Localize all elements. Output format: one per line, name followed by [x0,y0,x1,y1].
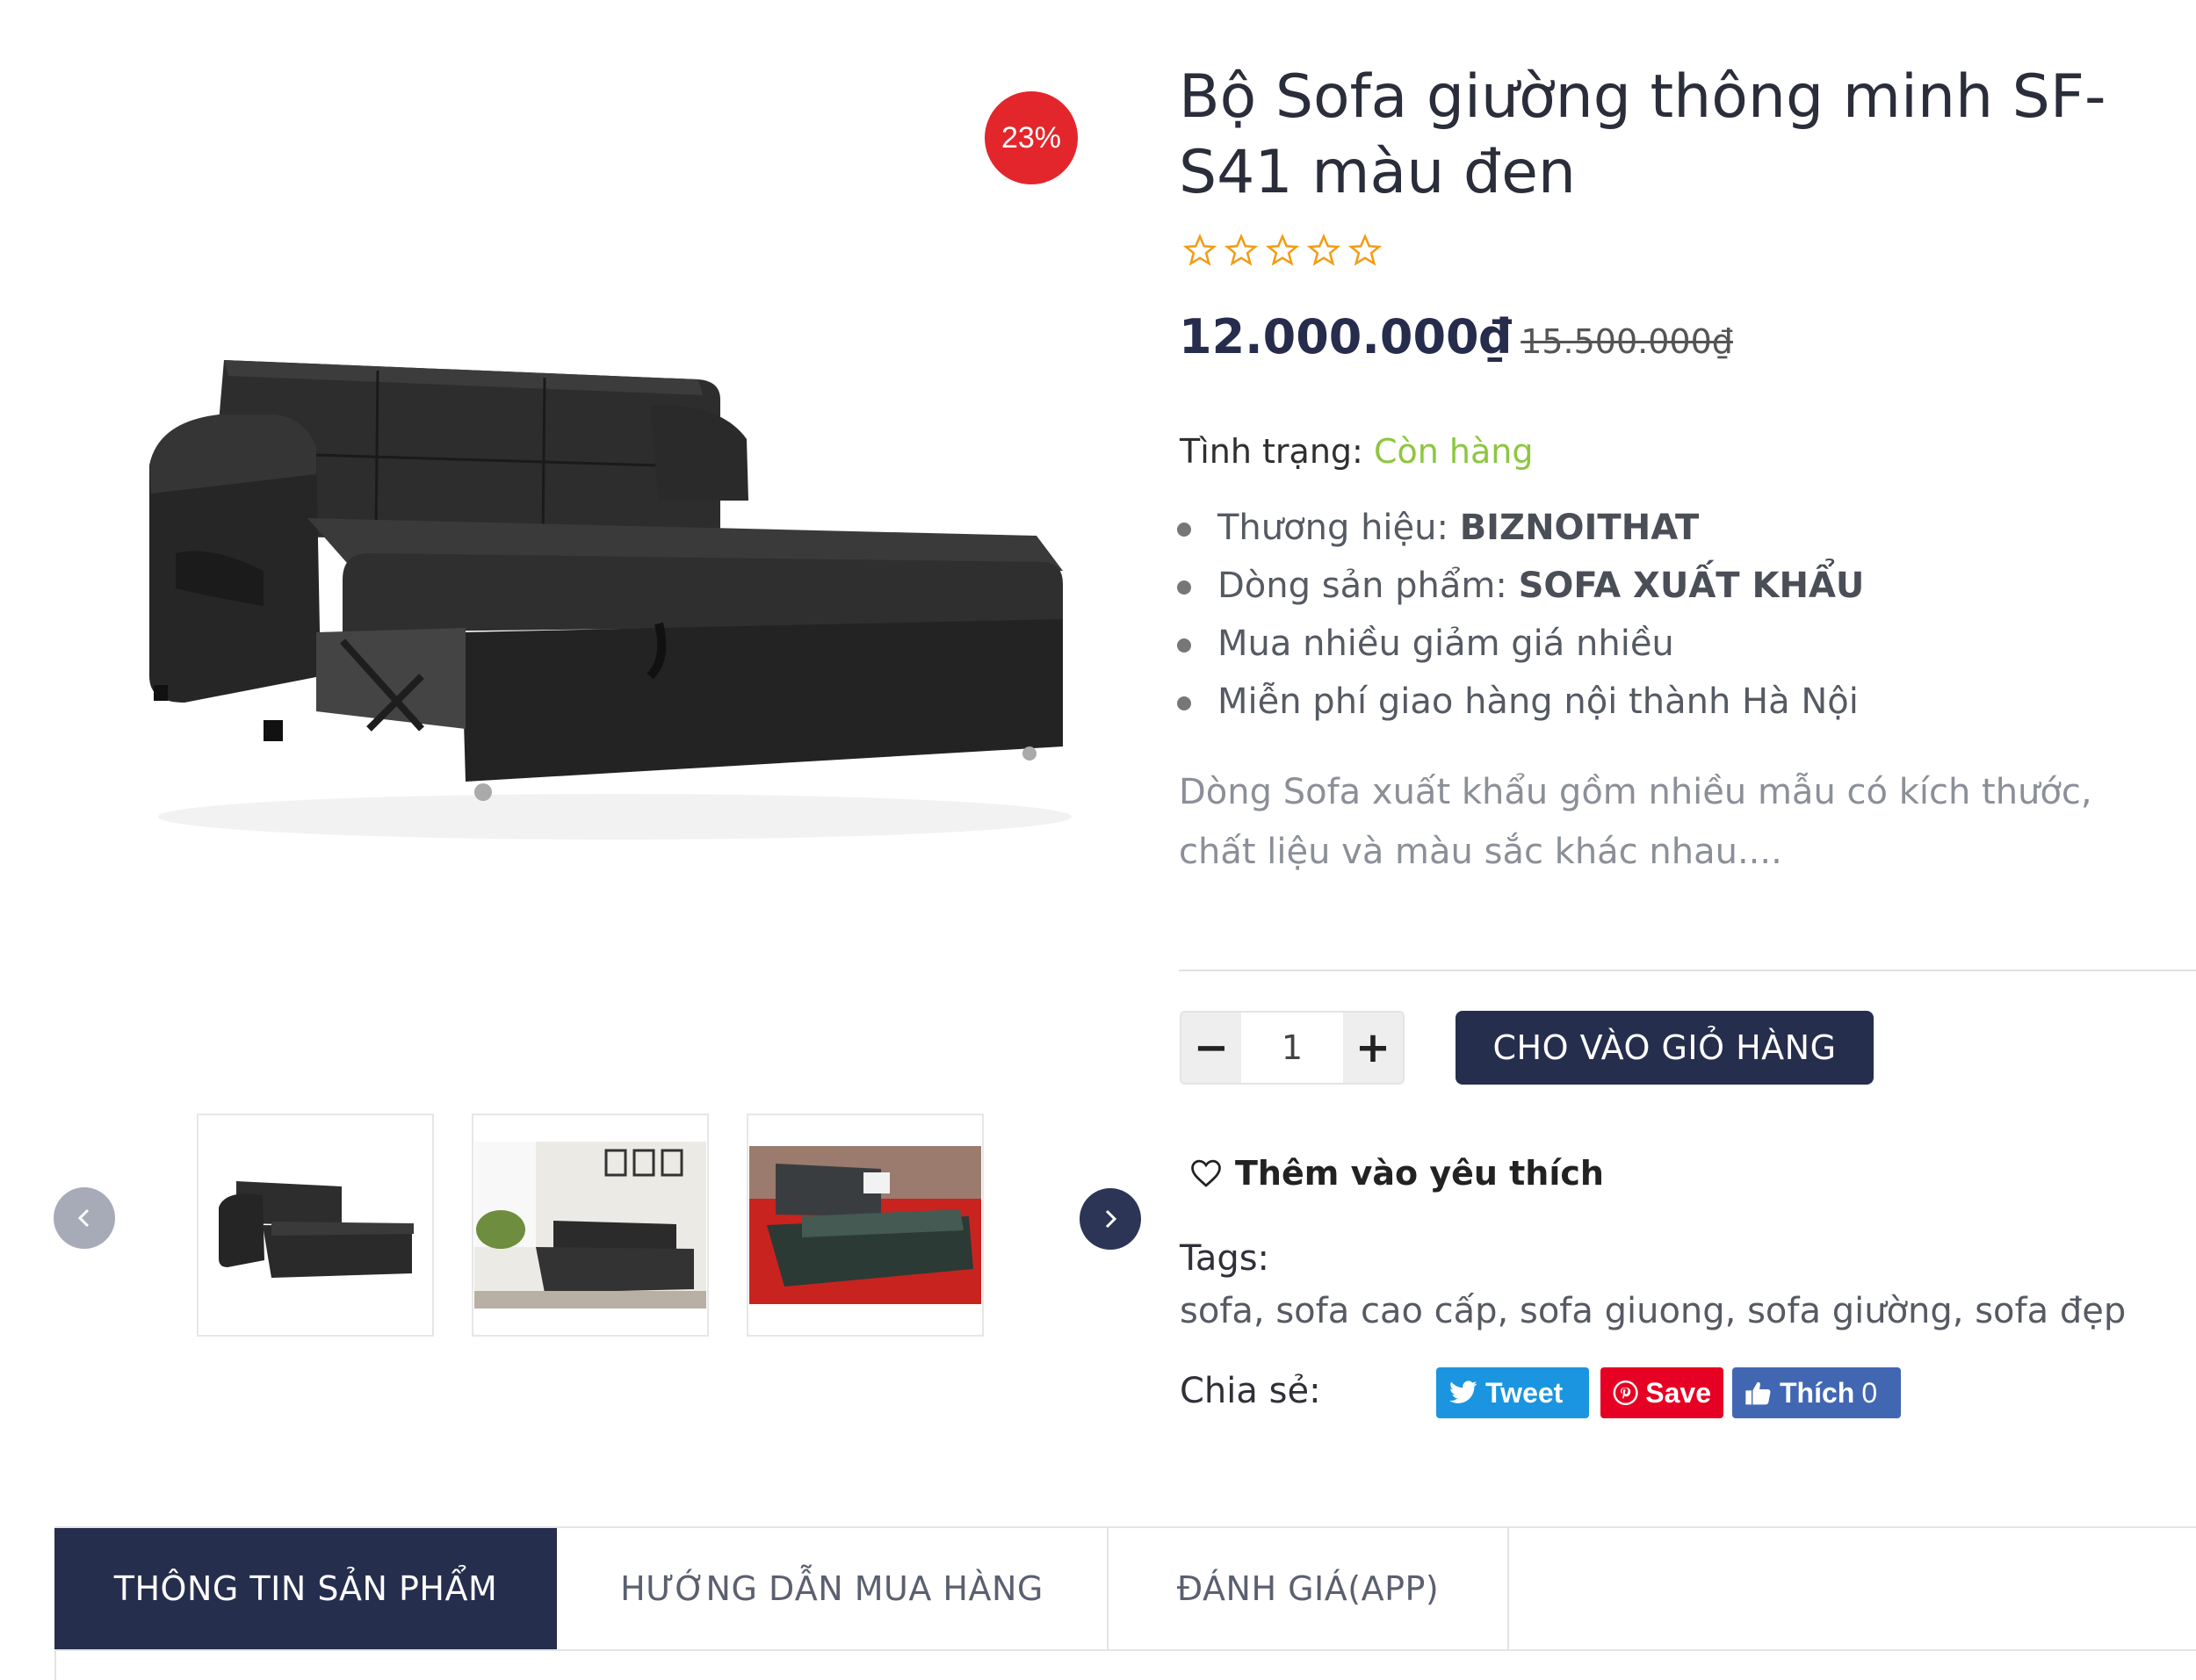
feature-item-bulk-discount: Mua nhiều giảm giá nhiều [1177,615,1864,673]
star-outline-icon [1224,234,1258,266]
facebook-like-button[interactable]: Thích 0 [1732,1367,1901,1418]
stock-status: Tình trạng: Còn hàng [1180,432,1533,471]
product-description: Dòng Sofa xuất khẩu gồm nhiều mẫu có kíc… [1179,772,2092,872]
quantity-input[interactable] [1241,1013,1343,1083]
gallery-next-button[interactable] [1080,1188,1141,1250]
add-to-wishlist-link[interactable]: Thêm vào yêu thích [1189,1154,1604,1193]
product-main-image[interactable] [53,184,1116,869]
feature-item-brand: Thương hiệu: BIZNOITHAT [1177,499,1864,557]
tab-content-border [54,1649,56,1680]
feature-list: Thương hiệu: BIZNOITHAT Dòng sản phẩm: S… [1177,499,1864,731]
tags-label: Tags: [1180,1238,1270,1279]
star-outline-icon [1266,234,1299,266]
star-outline-icon [1183,234,1217,266]
tweet-label: Tweet [1485,1376,1564,1409]
thumbnail-2[interactable] [472,1114,709,1337]
tab-product-info[interactable]: THÔNG TIN SẢN PHẨM [54,1528,557,1649]
quantity-stepper: − + [1180,1011,1405,1085]
star-outline-icon [1307,234,1340,266]
tags-list[interactable]: sofa, sofa cao cấp, sofa giuong, sofa gi… [1180,1291,2126,1331]
tweet-button[interactable]: Tweet [1436,1367,1589,1418]
add-to-cart-button[interactable]: CHO VÀO GIỎ HÀNG [1456,1011,1874,1085]
divider [1179,970,2196,971]
chevron-left-icon [77,1208,90,1228]
product-line-link[interactable]: SOFA XUẤT KHẨU [1519,566,1865,606]
gallery-prev-button[interactable] [54,1187,115,1249]
star-outline-icon [1348,234,1382,266]
pinterest-icon [1613,1380,1638,1406]
like-label: Thích [1780,1376,1855,1409]
stock-value: Còn hàng [1373,432,1534,471]
product-title: Bộ Sofa giường thông minh SF-S41 màu đen [1179,62,2106,207]
price-old: 15.500.000₫ [1521,322,1733,361]
rating-stars[interactable] [1183,234,1382,267]
thumbnail-3[interactable] [747,1114,984,1337]
like-count: 0 [1861,1376,1878,1409]
chevron-right-icon [1105,1209,1117,1229]
save-label: Save [1645,1376,1711,1409]
thumbnail-1[interactable] [197,1114,434,1337]
stock-label: Tình trạng: [1180,432,1363,471]
tab-purchase-guide[interactable]: HƯỚNG DẪN MUA HÀNG [557,1528,1109,1649]
feature-item-free-shipping: Miễn phí giao hàng nội thành Hà Nội [1177,673,1864,731]
tab-reviews-app[interactable]: ĐÁNH GIÁ(APP) [1109,1528,1509,1649]
wishlist-label: Thêm vào yêu thích [1235,1154,1604,1193]
price-current: 12.000.000₫ [1179,309,1513,364]
tabs-bottom-border [54,1649,2196,1651]
heart-icon [1191,1159,1221,1187]
price-row: 12.000.000₫ 15.500.000₫ [1179,309,1733,364]
twitter-bird-icon [1449,1381,1477,1403]
brand-link[interactable]: BIZNOITHAT [1460,508,1700,548]
feature-item-product-line: Dòng sản phẩm: SOFA XUẤT KHẨU [1177,557,1864,615]
quantity-minus-button[interactable]: − [1181,1013,1241,1083]
pinterest-save-button[interactable]: Save [1600,1367,1723,1418]
discount-badge: 23% [985,91,1078,184]
thumbs-up-icon [1745,1381,1771,1405]
share-label: Chia sẻ: [1180,1371,1321,1411]
quantity-plus-button[interactable]: + [1343,1013,1403,1083]
